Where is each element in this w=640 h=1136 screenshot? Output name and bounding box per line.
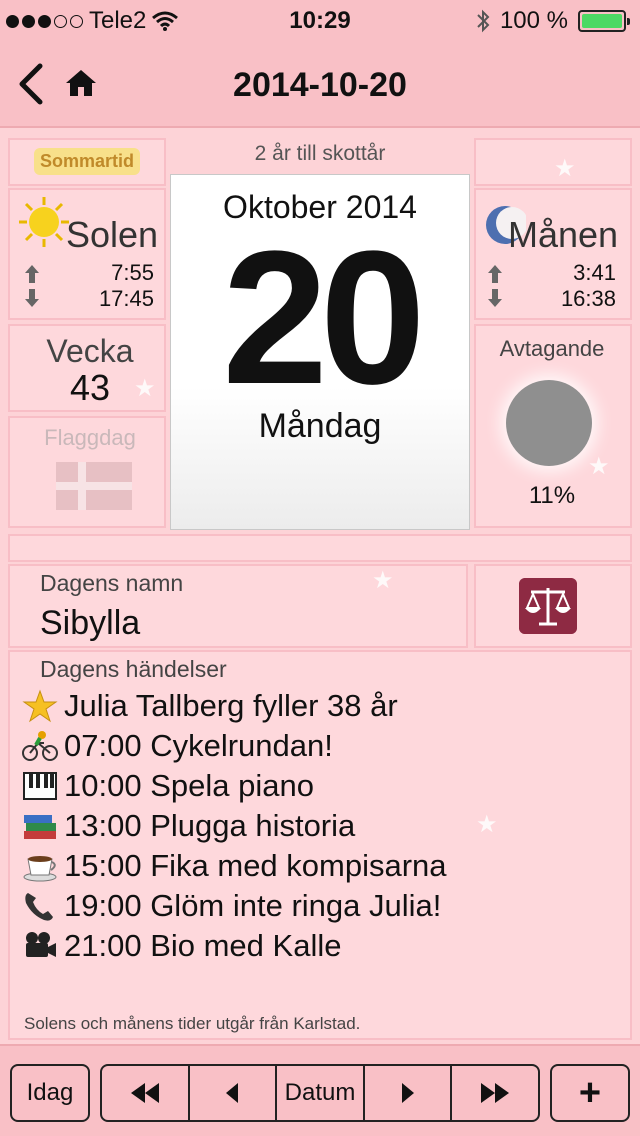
event-item[interactable]: 19:00 Glöm inte ringa Julia! [22,886,447,926]
books-icon [24,815,56,839]
libra-icon[interactable] [519,578,577,634]
sunrise-time: 7:55 [111,260,154,285]
double-right-arrow-icon [481,1083,510,1103]
phone-icon [25,893,53,921]
page-title: 2014-10-20 [233,66,407,104]
event-text: 21:00 Bio med Kalle [64,928,342,963]
event-item[interactable]: 21:00 Bio med Kalle [22,926,447,966]
event-text: 13:00 Plugga historia [64,808,356,843]
star-icon [22,689,58,723]
status-right: 100 % [476,7,630,35]
top-right-panel [474,138,632,186]
dst-badge: Sommartid [34,148,141,175]
moonrise-arrow-icon [488,265,502,283]
event-item[interactable]: 15:00 Fika med kompisarna [22,846,447,886]
flag-icon [56,462,132,510]
next-month-button[interactable] [452,1066,538,1120]
name-day-label: Dagens namn [40,570,184,596]
previous-day-button[interactable] [190,1066,278,1120]
moonrise-time: 3:41 [573,260,616,285]
moon-title: Månen [508,214,619,255]
add-event-button[interactable]: + [550,1064,630,1122]
star-decoration: ★ [372,567,394,594]
battery-icon [578,10,630,32]
event-item[interactable]: 07:00 Cykelrundan! [22,726,447,766]
moonset-time: 16:38 [560,286,616,311]
previous-month-button[interactable] [102,1066,190,1120]
piano-icon [23,772,57,800]
events-list: Julia Tallberg fyller 38 år 07:00 Cykelr… [22,686,447,966]
event-item[interactable]: 13:00 Plugga historia [22,806,447,846]
battery-percent: 100 % [499,7,568,34]
moon-phase-percent: 11% [528,482,576,509]
moon-phase-label: Avtagande [499,336,605,361]
calendar-weekday: Måndag [258,407,382,445]
bluetooth-icon [477,9,490,33]
bicycle-icon [22,731,58,761]
event-item[interactable]: 10:00 Spela piano [22,766,447,806]
left-arrow-icon [226,1083,239,1103]
name-day-value: Sibylla [40,604,141,642]
moon-phase-icon [506,380,592,466]
event-item[interactable]: Julia Tallberg fyller 38 år [22,686,447,726]
divider-panel [8,534,632,562]
location-footnote: Solens och månens tider utgår från Karls… [24,1014,361,1033]
today-button[interactable]: Idag [10,1064,90,1122]
moonset-arrow-icon [488,289,502,307]
sunrise-arrow-icon [25,265,39,283]
bottom-toolbar: Idag Datum + [0,1044,640,1136]
sunset-arrow-icon [25,289,39,307]
week-number: 43 [69,367,111,408]
double-left-arrow-icon [130,1083,159,1103]
right-arrow-icon [401,1083,414,1103]
events-label: Dagens händelser [40,656,227,682]
star-decoration: ★ [476,811,498,838]
sun-icon [19,197,69,247]
week-label: Vecka [46,333,134,369]
nav-bar: 2014-10-20 [0,40,640,128]
event-text: 19:00 Glöm inte ringa Julia! [64,888,442,923]
event-text: 07:00 Cykelrundan! [64,728,333,763]
calendar-day: 20 [222,212,425,424]
status-bar: Tele2 10:29 100 % [0,0,640,40]
flag-day-label: Flaggdag [44,425,136,450]
sunset-time: 17:45 [98,286,154,311]
event-text: 10:00 Spela piano [64,768,314,803]
next-day-button[interactable] [365,1066,453,1120]
calendar-sheet: Oktober 2014 20 Måndag [170,174,470,530]
event-text: Julia Tallberg fyller 38 år [64,688,398,723]
sun-title: Solen [66,214,159,255]
camera-icon [26,932,56,957]
date-navigation: Datum [100,1064,540,1122]
event-text: 15:00 Fika med kompisarna [64,848,447,883]
star-decoration: ★ [588,453,610,480]
date-picker-button[interactable]: Datum [277,1066,365,1120]
coffee-icon [23,856,57,882]
day-view: ★ ★ ★ ★ ★ Sommartid 2 år till skottår So… [0,130,640,1042]
star-decoration: ★ [554,155,576,182]
leap-year-text: 2 år till skottår [254,142,386,165]
